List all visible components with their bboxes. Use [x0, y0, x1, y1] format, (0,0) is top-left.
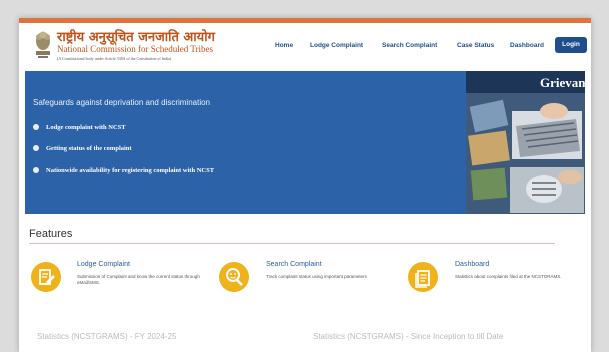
features-divider [29, 243, 555, 244]
login-button[interactable]: Login [555, 37, 587, 53]
grievance-banner-image: Grievan [466, 71, 585, 214]
logo-title-hindi: राष्ट्रीय अनुसूचित जनजाति आयोग [57, 30, 215, 45]
nav-home[interactable]: Home [275, 42, 293, 49]
logo-title-english: National Commission for Scheduled Tribes [57, 44, 213, 54]
bullet-dot-icon [33, 145, 39, 151]
feature-desc-lodge: Submission of Complaint and know the cur… [77, 274, 200, 285]
features-heading: Features [29, 228, 73, 240]
nav-case-status[interactable]: Case Status [457, 42, 494, 49]
site-header: राष्ट्रीय अनुसूचित जनजाति आयोग National … [19, 23, 591, 71]
hero-bullet: Nationwide availability for registering … [33, 167, 214, 174]
nav-search-complaint[interactable]: Search Complaint [382, 42, 437, 49]
search-complaint-icon[interactable] [219, 262, 249, 292]
feature-title-dashboard[interactable]: Dashboard [455, 261, 489, 268]
hero-banner: Safeguards against deprivation and discr… [25, 71, 585, 214]
stats-heading-inception: Statistics (NCSTGRAMS) - Since Inception… [313, 332, 504, 341]
lodge-complaint-icon[interactable] [31, 262, 61, 292]
feature-desc-dashboard: Statistics about complaints filed at the… [455, 274, 562, 279]
dashboard-icon[interactable] [408, 262, 438, 292]
nav-dashboard[interactable]: Dashboard [510, 42, 544, 49]
national-emblem-icon [36, 31, 50, 58]
hero-bullet: Lodge complaint with NCST [33, 124, 126, 131]
bullet-dot-icon [33, 167, 39, 173]
logo-subtitle: (A Constitutional body under Article 338… [57, 56, 172, 61]
browser-page: राष्ट्रीय अनुसूचित जनजाति आयोग National … [19, 18, 591, 352]
document-stack-icon [415, 270, 430, 288]
document-edit-icon [39, 269, 55, 285]
feature-title-lodge[interactable]: Lodge Complaint [77, 261, 130, 268]
hero-tagline: Safeguards against deprivation and discr… [33, 98, 210, 107]
banner-text: Grievan [540, 75, 585, 90]
nav-lodge-complaint[interactable]: Lodge Complaint [310, 42, 363, 49]
magnifier-face-icon [226, 268, 243, 286]
feature-title-search[interactable]: Search Complaint [266, 261, 322, 268]
feature-desc-search: Track complaint status using important p… [266, 274, 367, 279]
stats-heading-fy: Statistics (NCSTGRAMS) - FY 2024-25 [37, 332, 177, 341]
hero-bullet: Getting status of the complaint [33, 145, 132, 152]
bullet-dot-icon [33, 124, 39, 130]
